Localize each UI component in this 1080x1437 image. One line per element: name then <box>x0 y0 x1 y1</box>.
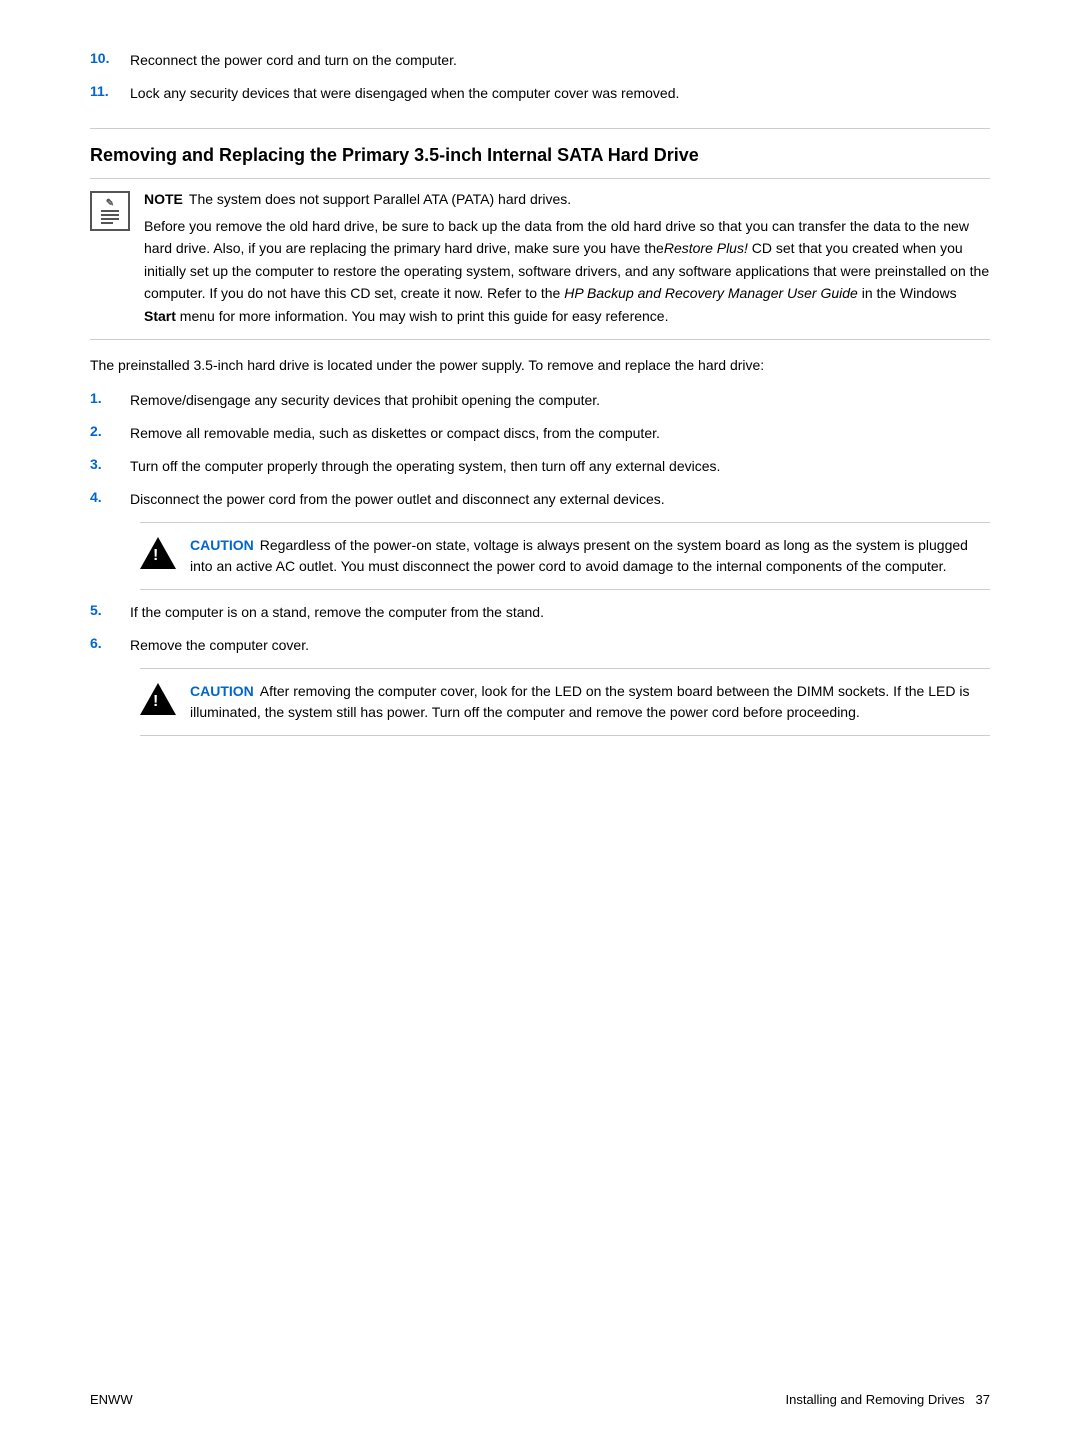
step-2: 2. Remove all removable media, such as d… <box>90 423 990 444</box>
step-4: 4. Disconnect the power cord from the po… <box>90 489 990 510</box>
step-1-number: 1. <box>90 390 130 406</box>
step-11: 11. Lock any security devices that were … <box>90 83 990 104</box>
step-4-number: 4. <box>90 489 130 505</box>
section-title: Removing and Replacing the Primary 3.5-i… <box>90 128 990 166</box>
step-11-text: Lock any security devices that were dise… <box>130 83 990 104</box>
note-text: The system does not support Parallel ATA… <box>189 191 571 207</box>
caution-2-content: CAUTIONAfter removing the computer cover… <box>190 681 990 723</box>
step-1-text: Remove/disengage any security devices th… <box>130 390 990 411</box>
step-3-text: Turn off the computer properly through t… <box>130 456 990 477</box>
step-3-number: 3. <box>90 456 130 472</box>
note-box: ✎ NOTE The system does not support Parall… <box>90 178 990 340</box>
step-11-number: 11. <box>90 83 130 99</box>
intro-text: The preinstalled 3.5-inch hard drive is … <box>90 354 990 376</box>
note-icon: ✎ <box>90 191 130 231</box>
footer-right: Installing and Removing Drives 37 <box>785 1392 990 1407</box>
step-2-number: 2. <box>90 423 130 439</box>
page-footer: ENWW Installing and Removing Drives 37 <box>90 1392 990 1407</box>
step-10-number: 10. <box>90 50 130 66</box>
step-6: 6. Remove the computer cover. <box>90 635 990 656</box>
caution-2-label: CAUTION <box>190 683 254 699</box>
step-10-text: Reconnect the power cord and turn on the… <box>130 50 990 71</box>
caution-box-1: CAUTIONRegardless of the power-on state,… <box>140 522 990 590</box>
step-5-number: 5. <box>90 602 130 618</box>
step-3: 3. Turn off the computer properly throug… <box>90 456 990 477</box>
step-6-text: Remove the computer cover. <box>130 635 990 656</box>
caution-icon-2 <box>140 681 176 717</box>
step-6-number: 6. <box>90 635 130 651</box>
footer-left: ENWW <box>90 1392 133 1407</box>
caution-box-2: CAUTIONAfter removing the computer cover… <box>140 668 990 736</box>
step-1: 1. Remove/disengage any security devices… <box>90 390 990 411</box>
step-5: 5. If the computer is on a stand, remove… <box>90 602 990 623</box>
note-body-text: Before you remove the old hard drive, be… <box>144 215 990 327</box>
caution-2-text: After removing the computer cover, look … <box>190 683 969 720</box>
note-content: NOTE The system does not support Parallel… <box>144 191 990 327</box>
note-label: NOTE <box>144 191 183 207</box>
step-4-text: Disconnect the power cord from the power… <box>130 489 990 510</box>
caution-icon-1 <box>140 535 176 571</box>
caution-1-content: CAUTIONRegardless of the power-on state,… <box>190 535 990 577</box>
caution-1-label: CAUTION <box>190 537 254 553</box>
caution-1-text: Regardless of the power-on state, voltag… <box>190 537 968 574</box>
step-5-text: If the computer is on a stand, remove th… <box>130 602 990 623</box>
step-2-text: Remove all removable media, such as disk… <box>130 423 990 444</box>
step-10: 10. Reconnect the power cord and turn on… <box>90 50 990 71</box>
